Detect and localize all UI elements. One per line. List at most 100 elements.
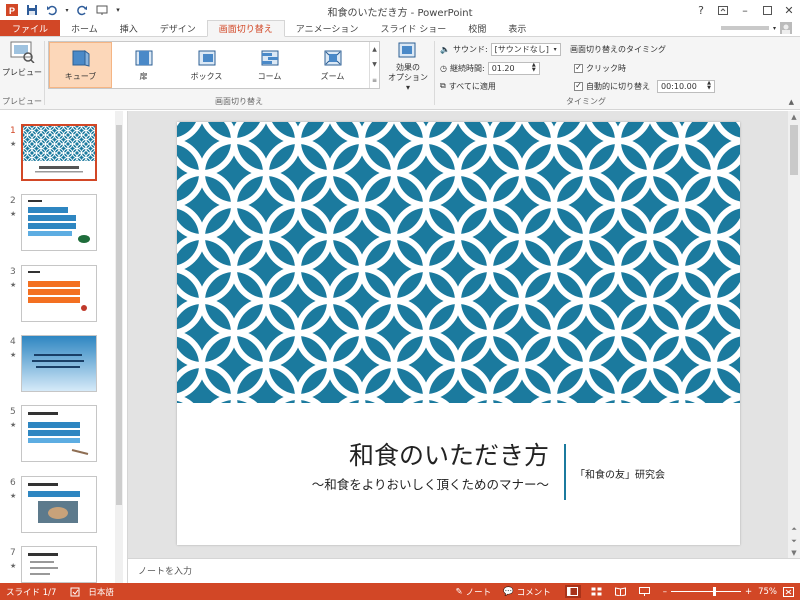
slide-3-thumbnail-image [28, 271, 87, 311]
gallery-scroll-up-icon[interactable]: ▲ [372, 46, 377, 53]
transition-doors[interactable]: 扉 [112, 42, 175, 88]
undo-dropdown-icon[interactable]: ▾ [64, 2, 70, 18]
gallery-scroll-down-icon[interactable]: ▼ [372, 61, 377, 68]
tab-home[interactable]: ホーム [60, 20, 109, 36]
zoom-transition-icon [324, 50, 341, 66]
zoom-in-icon[interactable]: + [745, 587, 752, 597]
effect-options-button[interactable]: 効果の オプション ▾ [385, 41, 431, 93]
tab-animations[interactable]: アニメーション [285, 20, 370, 36]
tab-view[interactable]: 表示 [497, 20, 537, 36]
slide-number: 4 [10, 337, 16, 347]
slide-subtitle[interactable]: ～和食をよりおいしく頂くためのマナー～ [177, 474, 549, 493]
tab-file[interactable]: ファイル [0, 20, 61, 36]
sound-select[interactable]: [サウンドなし] ▾ [490, 42, 561, 56]
notes-placeholder[interactable]: ノートを入力 [138, 564, 192, 577]
slide-organization[interactable]: 「和食の友」研究会 [575, 466, 665, 481]
current-slide[interactable]: 和食のいただき方 ～和食をよりおいしく頂くためのマナー～ 「和食の友」研究会 [177, 122, 740, 545]
gallery-scroller: ▲ ▼ ≡ [369, 42, 379, 88]
group-divider [44, 41, 45, 105]
ribbon-tabs: ファイル ホーム 挿入 デザイン 画面切り替え アニメーション スライド ショー… [0, 20, 800, 37]
close-button[interactable]: ✕ [778, 0, 800, 20]
proofing-icon[interactable] [70, 587, 80, 597]
save-icon[interactable] [24, 2, 40, 18]
slide-thumbnail[interactable] [21, 265, 97, 322]
slide-title[interactable]: 和食のいただき方 [177, 436, 549, 472]
zoom-level[interactable]: 75% [758, 587, 777, 597]
next-slide-icon[interactable]: ⏷ [788, 537, 800, 546]
account-area[interactable]: ▾ [720, 20, 800, 36]
sound-label: サウンド: [452, 44, 488, 54]
preview-button[interactable]: プレビュー [2, 41, 42, 91]
zoom-control: – + [663, 587, 752, 597]
auto-advance-checkbox[interactable]: ✓ [574, 81, 583, 91]
minimize-button[interactable]: – [734, 0, 756, 20]
transition-zoom[interactable]: ズーム [301, 42, 364, 88]
editor-scrollbar[interactable]: ▲ ⏶ ⏷ ▼ [788, 111, 800, 558]
zoom-slider-thumb[interactable] [712, 587, 716, 596]
slide-thumbnail[interactable] [21, 124, 97, 181]
scroll-down-icon[interactable]: ▼ [788, 549, 800, 557]
transition-comb-label: コーム [257, 72, 282, 81]
tab-design[interactable]: デザイン [149, 20, 207, 36]
zoom-slider[interactable] [670, 587, 741, 596]
redo-icon[interactable] [74, 2, 90, 18]
maximize-button[interactable] [756, 0, 778, 20]
apply-all-button[interactable]: ⧉ すべてに適用 [440, 79, 496, 93]
auto-advance-spinner[interactable]: 00:10.00 ▲ ▼ [657, 79, 715, 93]
notes-button-label: ノート [465, 587, 492, 598]
effect-options-icon [398, 42, 416, 58]
comment-icon: 💬 [503, 586, 514, 597]
fit-to-window-icon[interactable] [783, 586, 794, 597]
auto-advance-row: ✓ 自動的に切り替え 00:10.00 ▲ ▼ [574, 79, 715, 93]
auto-advance-label: 自動的に切り替え [586, 81, 650, 91]
avatar[interactable] [780, 22, 792, 34]
editor-scroll-thumb[interactable] [790, 125, 798, 175]
transition-box[interactable]: ボックス [175, 42, 238, 88]
thumbnails-scrollbar[interactable] [115, 111, 123, 583]
slide-thumbnail[interactable] [21, 476, 97, 533]
notes-toggle-button[interactable]: ✎ ノート [455, 586, 491, 598]
tab-review[interactable]: 校閲 [457, 20, 497, 36]
slide-sorter-icon[interactable] [589, 585, 605, 598]
transition-star-icon: ★ [10, 492, 17, 500]
tab-slideshow[interactable]: スライド ショー [369, 20, 457, 36]
thumbnail-row: 2 ★ [0, 194, 128, 256]
language-indicator[interactable]: 日本語 [88, 586, 114, 598]
preview-label: プレビュー [2, 68, 42, 77]
transition-star-icon: ★ [10, 140, 17, 148]
transition-comb[interactable]: コーム [238, 42, 301, 88]
help-icon[interactable]: ? [690, 0, 712, 20]
slide-thumbnail[interactable] [21, 335, 97, 392]
reading-view-icon[interactable] [613, 585, 629, 598]
tab-transitions[interactable]: 画面切り替え [206, 20, 285, 37]
normal-view-icon[interactable] [564, 585, 581, 598]
transition-cube[interactable]: キューブ [49, 42, 112, 88]
duration-spinner[interactable]: 01.20 ▲ ▼ [487, 61, 540, 75]
spinner-arrows-icon: ▲ ▼ [531, 62, 536, 73]
cube-transition-icon [72, 50, 89, 67]
on-click-checkbox[interactable]: ✓ [574, 63, 583, 73]
slideshow-view-icon[interactable] [637, 585, 653, 598]
zoom-out-icon[interactable]: – [663, 587, 667, 597]
view-buttons [564, 585, 653, 598]
title-bar: P ▾ ▾ 和食のいただき方 - PowerPoint ? – ✕ [0, 0, 800, 20]
gallery-more-icon[interactable]: ≡ [372, 77, 377, 84]
slide-thumbnail[interactable] [21, 194, 97, 251]
thumbnails-scroll-thumb[interactable] [116, 125, 122, 505]
thumbnail-row: 1 ★ [0, 124, 128, 186]
prev-slide-icon[interactable]: ⏶ [788, 525, 800, 534]
comments-toggle-button[interactable]: 💬 コメント [503, 586, 551, 598]
customize-qat-icon[interactable]: ▾ [114, 2, 122, 18]
slideshow-start-icon[interactable] [94, 2, 110, 18]
ribbon-display-options-icon[interactable] [712, 0, 734, 20]
slide-thumbnail[interactable] [21, 546, 97, 583]
sound-icon: 🔈 [440, 44, 450, 54]
tab-insert[interactable]: 挿入 [109, 20, 149, 36]
undo-icon[interactable] [44, 2, 60, 18]
ribbon: プレビュー プレビュー キューブ 扉 ボックス コーム ズーム ▲ ▼ ≡ 効果… [0, 37, 800, 110]
scroll-up-icon[interactable]: ▲ [788, 113, 800, 121]
preview-group-label: プレビュー [2, 97, 42, 106]
slide-thumbnail[interactable] [21, 405, 97, 462]
collapse-ribbon-icon[interactable]: ▲ [789, 98, 794, 106]
notes-pane[interactable]: ノートを入力 [128, 558, 800, 583]
